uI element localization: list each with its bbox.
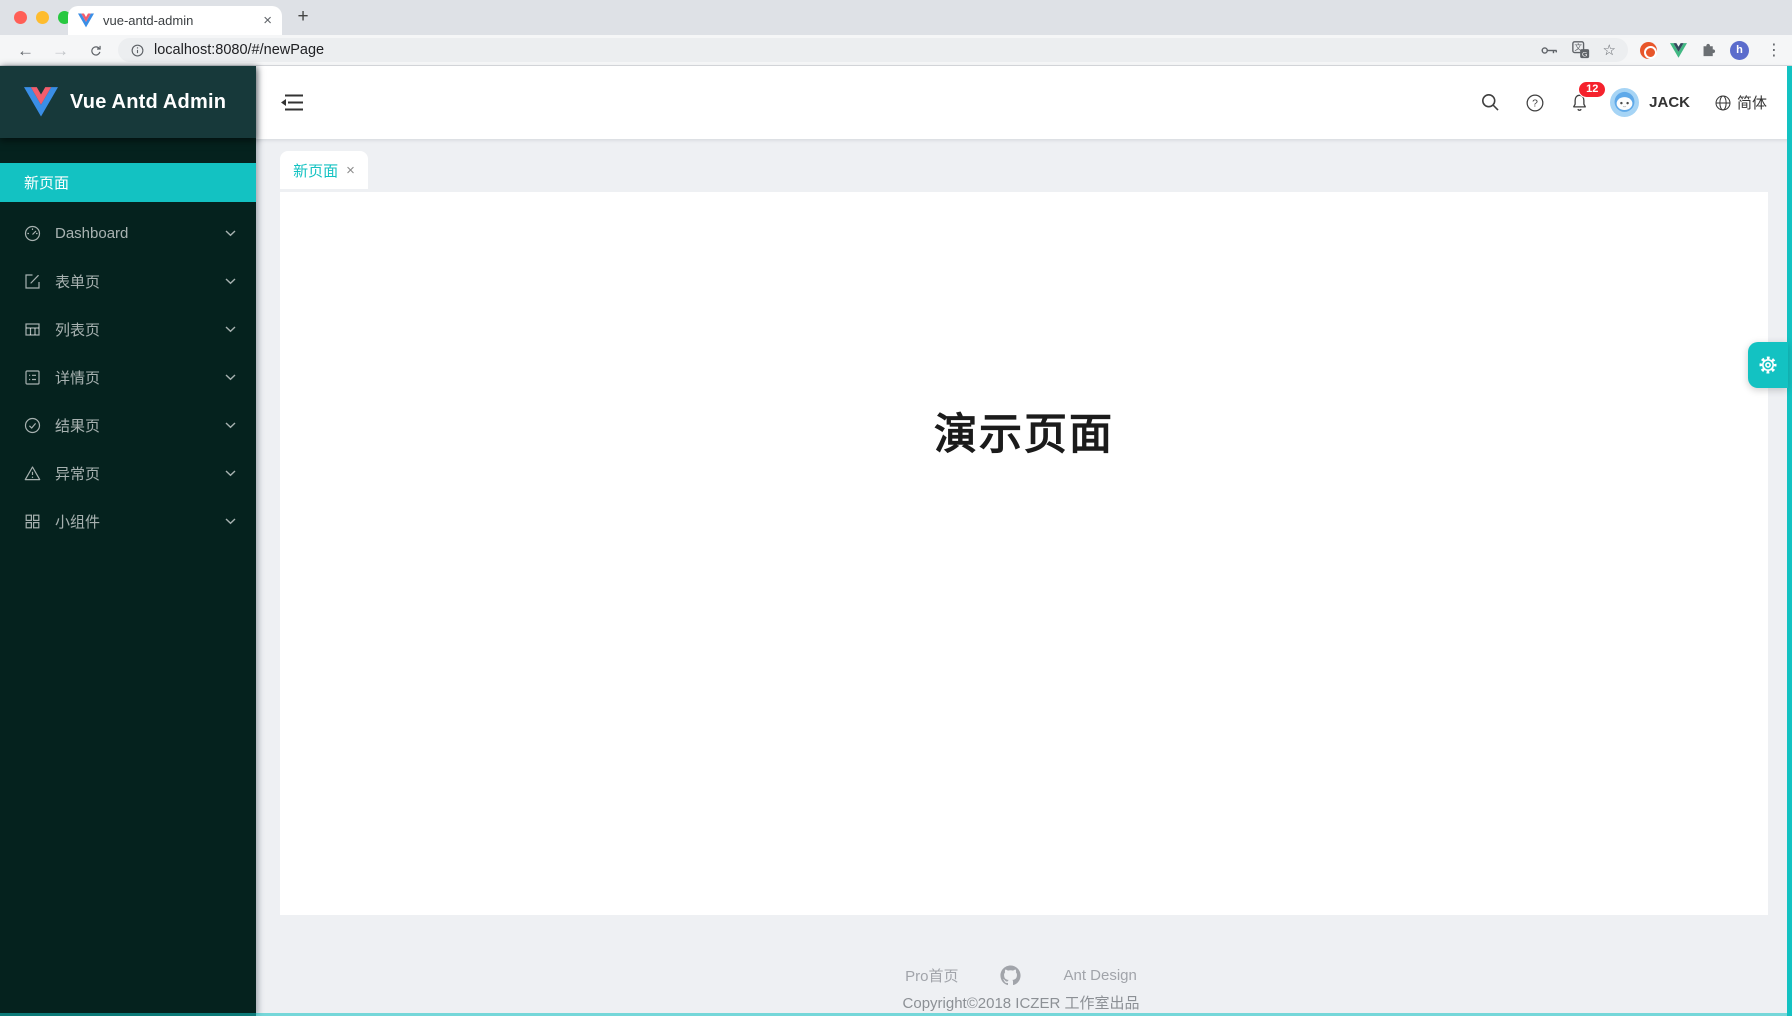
browser-toolbar: ← → localhost:8080/#/newPage [0, 35, 1792, 66]
reload-button[interactable] [78, 42, 112, 59]
footer-links: Pro首页 Ant Design [905, 965, 1137, 986]
dashboard-icon [24, 225, 41, 242]
chevron-down-icon [225, 470, 236, 477]
notification-bell[interactable]: 12 [1569, 92, 1590, 114]
vue-devtools-icon[interactable] [1670, 43, 1687, 58]
browser-tab[interactable]: vue-antd-admin × [68, 6, 282, 35]
username-label[interactable]: JACK [1649, 94, 1690, 111]
sidebar-item-label: 结果页 [55, 415, 225, 436]
svg-text:?: ? [1532, 98, 1538, 109]
url-text[interactable]: localhost:8080/#/newPage [154, 42, 1531, 58]
browser-tab-title: vue-antd-admin [103, 13, 254, 28]
sidebar: Vue Antd Admin 新页面 Dashboard [0, 66, 256, 1016]
page-title: 演示页面 [934, 400, 1114, 915]
sidebar-item-new-page[interactable]: 新页面 [0, 163, 256, 202]
warning-icon [24, 465, 41, 482]
settings-button[interactable] [1748, 342, 1788, 388]
gear-icon [1756, 353, 1780, 377]
github-icon[interactable] [1000, 965, 1021, 986]
app-header: ? 12 [256, 66, 1792, 139]
app-logo[interactable]: Vue Antd Admin [0, 66, 256, 138]
widgets-icon [24, 513, 41, 530]
browser-tabstrip: vue-antd-admin × + [0, 0, 1792, 35]
form-icon [24, 273, 41, 290]
sidebar-item-result[interactable]: 结果页 [0, 401, 256, 449]
sidebar-item-list[interactable]: 列表页 [0, 305, 256, 353]
chevron-down-icon [225, 422, 236, 429]
footer-link-home[interactable]: Pro首页 [905, 965, 958, 986]
sidebar-item-label: Dashboard [55, 225, 225, 242]
search-icon[interactable] [1480, 92, 1501, 113]
browser-profile-avatar[interactable]: h [1730, 41, 1749, 60]
sidebar-menu: 新页面 Dashboard [0, 138, 256, 545]
browser-window: vue-antd-admin × + ← → localhost:8080/#/… [0, 0, 1792, 1016]
password-key-icon[interactable] [1540, 42, 1559, 59]
globe-icon[interactable] [1714, 94, 1732, 112]
main-content: 新页面 × 演示页面 Pro首页 Ant Design Copyright©20… [256, 139, 1792, 1016]
browser-menu-icon[interactable]: ⋮ [1762, 40, 1792, 60]
translate-icon[interactable]: 文 G [1572, 41, 1590, 59]
notification-badge: 12 [1578, 81, 1606, 98]
sidebar-item-detail[interactable]: 详情页 [0, 353, 256, 401]
table-icon [24, 321, 41, 338]
page-tab-label: 新页面 [293, 160, 338, 181]
sidebar-item-label: 表单页 [55, 271, 225, 292]
bookmark-star-icon[interactable]: ☆ [1603, 43, 1616, 58]
window-close-button[interactable] [14, 11, 27, 24]
omnibox-actions: 文 G ☆ [1540, 41, 1616, 59]
site-info-icon[interactable] [130, 43, 145, 58]
sidebar-item-form[interactable]: 表单页 [0, 257, 256, 305]
traffic-lights [14, 11, 71, 24]
app-root: Vue Antd Admin 新页面 Dashboard [0, 66, 1792, 1016]
vue-logo-icon [24, 87, 58, 117]
help-icon[interactable]: ? [1525, 93, 1545, 113]
svg-text:G: G [1582, 51, 1587, 58]
check-circle-icon [24, 417, 41, 434]
browser-tab-close-icon[interactable]: × [263, 12, 272, 29]
extension-orange-icon[interactable] [1640, 42, 1657, 59]
sidebar-item-label: 列表页 [55, 319, 225, 340]
user-avatar[interactable] [1610, 88, 1639, 117]
app-title: Vue Antd Admin [70, 91, 226, 114]
window-minimize-button[interactable] [36, 11, 49, 24]
language-selector[interactable]: 简体 [1737, 92, 1767, 113]
page-footer: Pro首页 Ant Design Copyright©2018 ICZER 工作… [256, 965, 1786, 1013]
page-tab-close-icon[interactable]: × [346, 162, 355, 179]
sidebar-item-exception[interactable]: 异常页 [0, 449, 256, 497]
sidebar-item-label: 新页面 [24, 172, 69, 193]
chevron-down-icon [225, 326, 236, 333]
url-bar[interactable]: localhost:8080/#/newPage 文 G ☆ [118, 38, 1628, 62]
chevron-down-icon [225, 518, 236, 525]
sidebar-item-dashboard[interactable]: Dashboard [0, 209, 256, 257]
settings-drawer-edge [1787, 66, 1792, 1016]
chevron-down-icon [225, 374, 236, 381]
chevron-down-icon [225, 230, 236, 237]
sidebar-item-label: 详情页 [55, 367, 225, 388]
chevron-down-icon [225, 278, 236, 285]
sidebar-item-label: 小组件 [55, 511, 225, 532]
back-button[interactable]: ← [8, 42, 43, 59]
sidebar-item-widgets[interactable]: 小组件 [0, 497, 256, 545]
extensions-puzzle-icon[interactable] [1700, 42, 1717, 59]
extensions-area: h ⋮ [1640, 40, 1792, 60]
footer-link-antd[interactable]: Ant Design [1063, 967, 1136, 984]
forward-button[interactable]: → [43, 42, 78, 59]
menu-fold-icon[interactable] [280, 93, 304, 112]
vue-favicon [78, 13, 94, 28]
profile-icon [24, 369, 41, 386]
header-actions: ? 12 [1480, 88, 1792, 117]
content-card: 演示页面 [280, 192, 1768, 915]
page-tab-new-page[interactable]: 新页面 × [280, 151, 368, 189]
sidebar-item-label: 异常页 [55, 463, 225, 484]
new-tab-button[interactable]: + [290, 4, 316, 30]
copyright-text: Copyright©2018 ICZER 工作室出品 [903, 992, 1140, 1013]
